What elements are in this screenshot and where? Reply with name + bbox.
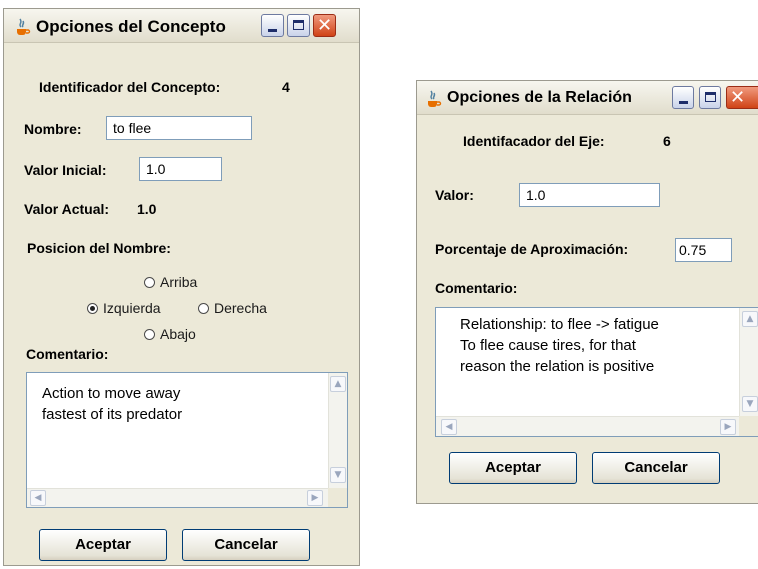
close-icon: ✕ [730,87,746,108]
name-position-label: Posicion del Nombre: [27,240,171,256]
relation-accept-button[interactable]: Aceptar [449,452,577,484]
radio-top-circle[interactable] [144,276,155,288]
scroll-down-icon[interactable]: ▼ [742,396,758,412]
relation-title-bar[interactable]: Opciones de la Relación ✕ [417,81,758,115]
radio-left-label: Izquierda [103,300,161,316]
concept-comment-textarea[interactable]: Action to move away fastest of its preda… [26,372,348,508]
radio-right[interactable]: Derecha [198,300,267,316]
relation-cancel-button[interactable]: Cancelar [592,452,720,484]
scroll-left-icon[interactable]: ◀ [441,419,457,435]
scroll-right-icon[interactable]: ▶ [720,419,736,435]
radio-bottom-label: Abajo [160,326,196,342]
concept-id-value: 4 [282,79,290,95]
minimize-icon [268,29,277,32]
concept-options-window: Opciones del Concepto ✕ Identificador de… [3,8,360,566]
relation-comment-textarea[interactable]: Relationship: to flee -> fatigue To flee… [435,307,758,437]
concept-window-title: Opciones del Concepto [36,17,226,36]
concept-accept-button[interactable]: Aceptar [39,529,167,561]
edge-id-label: Identifacador del Eje: [463,133,605,149]
name-input[interactable] [106,116,252,140]
java-icon [17,18,31,35]
comment-line: fastest of its predator [42,406,183,423]
java-icon [428,90,442,107]
radio-top-label: Arriba [160,274,198,290]
edge-id-value: 6 [663,133,671,149]
radio-left-circle[interactable] [87,302,98,314]
initial-value-input[interactable] [139,157,222,181]
scroll-corner [328,488,347,507]
comment-line: Action to move away [42,385,181,402]
maximize-icon [705,92,716,102]
close-button[interactable]: ✕ [313,14,336,37]
maximize-icon [293,20,304,30]
scroll-left-icon[interactable]: ◀ [30,490,46,506]
initial-value-label: Valor Inicial: [24,162,107,178]
concept-comment-label: Comentario: [26,346,109,362]
maximize-button[interactable] [287,14,310,37]
maximize-button[interactable] [699,86,721,109]
value-label: Valor: [435,187,474,203]
concept-title-bar[interactable]: Opciones del Concepto ✕ [4,9,359,43]
comment-line: Relationship: to flee -> fatigue [460,316,659,333]
radio-left[interactable]: Izquierda [87,300,161,316]
concept-cancel-button[interactable]: Cancelar [182,529,310,561]
minimize-icon [679,101,688,104]
approx-label: Porcentaje de Aproximación: [435,241,629,257]
concept-id-label: Identificador del Concepto: [39,79,221,95]
scroll-right-icon[interactable]: ▶ [307,490,323,506]
current-value-label: Valor Actual: [24,201,110,217]
relation-options-window: Opciones de la Relación ✕ Identifacador … [416,80,758,504]
close-icon: ✕ [317,15,333,36]
concept-comment-text: Action to move away fastest of its preda… [42,383,182,425]
comment-line: reason the relation is positive [460,358,655,375]
current-value: 1.0 [137,201,157,217]
approx-input[interactable] [675,238,732,262]
radio-top[interactable]: Arriba [144,274,197,290]
minimize-button[interactable] [261,14,284,37]
scroll-down-icon[interactable]: ▼ [330,467,346,483]
minimize-button[interactable] [672,86,694,109]
relation-comment-hscroll[interactable]: ◀ ▶ [436,416,740,436]
scroll-corner [739,416,758,436]
radio-right-circle[interactable] [198,302,209,314]
concept-comment-vscroll[interactable]: ▲ ▼ [328,373,347,489]
relation-comment-vscroll[interactable]: ▲ ▼ [739,308,758,418]
radio-right-label: Derecha [214,300,267,316]
close-button[interactable]: ✕ [726,86,758,109]
scroll-up-icon[interactable]: ▲ [330,376,346,392]
concept-comment-hscroll[interactable]: ◀ ▶ [27,488,329,507]
name-label: Nombre: [24,121,82,137]
radio-bottom[interactable]: Abajo [144,326,196,342]
relation-comment-text: Relationship: to flee -> fatigue To flee… [460,314,659,377]
scroll-up-icon[interactable]: ▲ [742,311,758,327]
relation-window-title: Opciones de la Relación [447,89,632,106]
value-input[interactable] [519,183,660,207]
radio-bottom-circle[interactable] [144,328,155,340]
comment-line: To flee cause tires, for that [460,337,636,354]
relation-comment-label: Comentario: [435,280,518,296]
